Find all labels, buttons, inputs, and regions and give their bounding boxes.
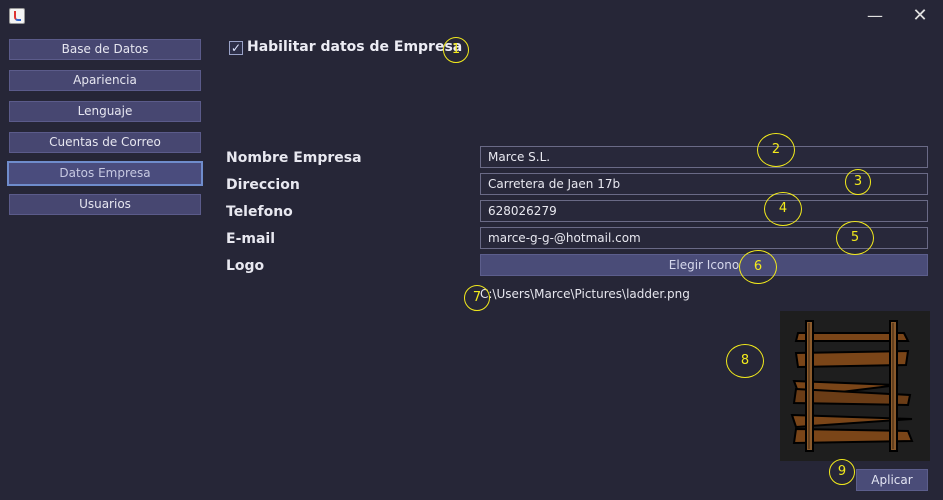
phone-field[interactable]: 628026279 xyxy=(480,200,928,222)
logo-path-text: C:\Users\Marce\Pictures\ladder.png xyxy=(480,287,690,301)
annotation-marker-1: 1 xyxy=(443,37,469,63)
sidebar-item-datos-empresa[interactable]: Datos Empresa xyxy=(7,161,203,186)
annotation-marker-8: 8 xyxy=(726,344,764,378)
sidebar-item-usuarios[interactable]: Usuarios xyxy=(9,194,201,215)
logo-preview xyxy=(780,311,930,461)
close-button[interactable]: ✕ xyxy=(897,0,943,32)
annotation-marker-3: 3 xyxy=(845,169,871,195)
choose-icon-button[interactable]: Elegir Icono xyxy=(480,254,928,276)
annotation-marker-9: 9 xyxy=(829,459,855,485)
phone-label: Telefono xyxy=(226,204,293,220)
ladder-image xyxy=(780,311,930,461)
apply-button[interactable]: Aplicar xyxy=(856,469,928,491)
annotation-marker-6: 6 xyxy=(739,250,777,284)
sidebar-item-cuentas-de-correo[interactable]: Cuentas de Correo xyxy=(9,132,201,153)
sidebar-item-apariencia[interactable]: Apariencia xyxy=(9,70,201,91)
title-bar: — ✕ xyxy=(0,0,943,32)
company-name-field[interactable]: Marce S.L. xyxy=(480,146,928,168)
email-label: E-mail xyxy=(226,231,276,247)
annotation-marker-5: 5 xyxy=(836,221,874,255)
sidebar-item-base-de-datos[interactable]: Base de Datos xyxy=(9,39,201,60)
company-name-label: Nombre Empresa xyxy=(226,150,362,166)
annotation-marker-4: 4 xyxy=(764,192,802,226)
address-label: Direccion xyxy=(226,177,300,193)
minimize-button[interactable]: — xyxy=(852,0,898,32)
java-cup-icon xyxy=(9,8,25,24)
enable-company-checkbox[interactable]: ✓ xyxy=(229,41,243,55)
annotation-marker-2: 2 xyxy=(757,133,795,167)
logo-label: Logo xyxy=(226,258,265,274)
annotation-marker-7: 7 xyxy=(464,285,490,311)
sidebar-item-lenguaje[interactable]: Lenguaje xyxy=(9,101,201,122)
enable-company-label[interactable]: Habilitar datos de Empresa xyxy=(247,39,462,55)
